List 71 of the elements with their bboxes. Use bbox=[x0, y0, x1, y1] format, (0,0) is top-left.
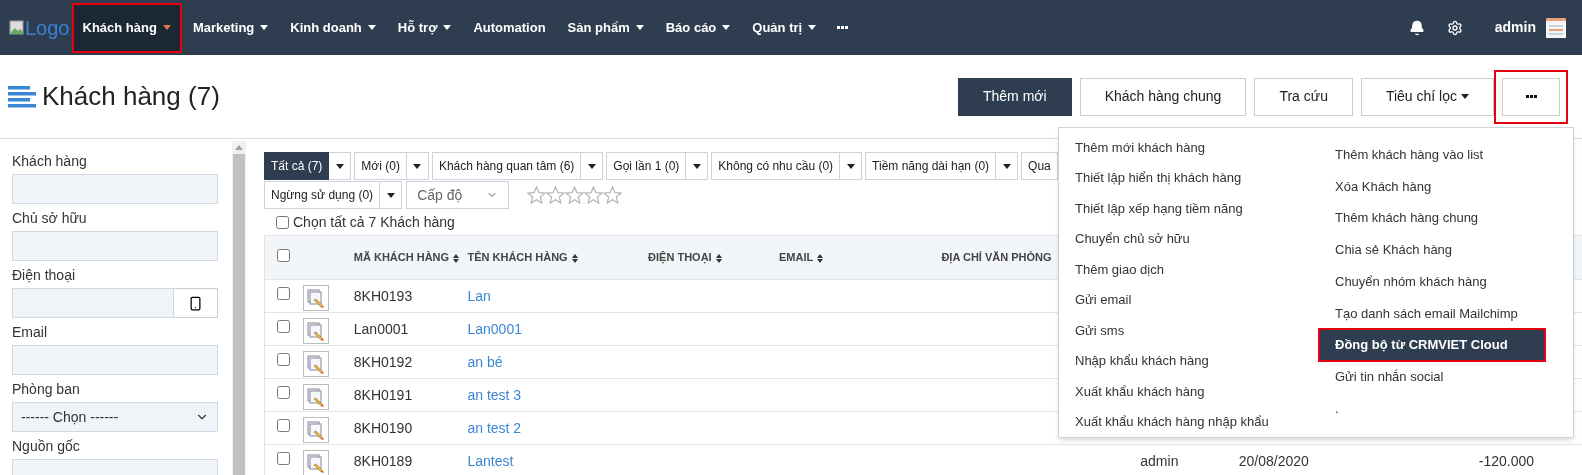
filter-button[interactable]: Qua bbox=[1021, 152, 1058, 180]
customer-code: 8KH0191 bbox=[353, 386, 413, 403]
menu-item[interactable]: Nhập khẩu khách hàng bbox=[1059, 345, 1319, 376]
menu-item[interactable]: Thêm mới khách hàng bbox=[1059, 132, 1319, 163]
column-header[interactable]: ĐIỆN THOẠI bbox=[648, 251, 712, 264]
menu-item[interactable]: Đồng bộ từ CRMVIET Cloud bbox=[1319, 329, 1545, 361]
nav-menu-item[interactable]: Kinh doanh bbox=[279, 2, 387, 53]
menu-item[interactable]: Xuất khẩu khách hàng bbox=[1059, 376, 1319, 407]
page-title: Khách hàng (7) bbox=[42, 80, 220, 113]
field-label: Nguồn gốc bbox=[12, 437, 81, 456]
customer-name-link[interactable]: an test 3 bbox=[467, 386, 522, 403]
column-header[interactable]: MÃ KHÁCH HÀNG bbox=[353, 251, 450, 264]
menu-item[interactable]: . bbox=[1319, 392, 1573, 425]
menu-item[interactable]: Gửi tin nhắn social bbox=[1319, 360, 1573, 393]
customer-name-link[interactable]: an test 2 bbox=[467, 419, 522, 436]
field-label: Email bbox=[12, 323, 48, 342]
filter-button[interactable]: Ngừng sử dụng (0) bbox=[264, 181, 381, 209]
menu-item[interactable]: Xóa Khách hàng bbox=[1319, 170, 1573, 203]
select-value: ------ Chọn ------ bbox=[21, 407, 119, 427]
menu-item[interactable]: Gửi sms bbox=[1059, 315, 1319, 346]
nav-menu-item[interactable]: Automation bbox=[462, 2, 557, 53]
add-new-button[interactable]: Thêm mới bbox=[958, 77, 1072, 116]
nav-menu-item[interactable]: Sản phẩm bbox=[556, 2, 655, 53]
column-header[interactable]: ĐỊA CHỈ VĂN PHÒNG bbox=[941, 251, 1052, 264]
menu-item[interactable]: Thêm giao dịch bbox=[1059, 254, 1319, 285]
column-header[interactable]: EMAIL bbox=[779, 251, 814, 264]
customer-name-link[interactable]: an bé bbox=[467, 353, 503, 370]
user-name[interactable]: admin bbox=[1494, 17, 1536, 38]
filter-button[interactable]: Tất cả (7) bbox=[264, 152, 330, 180]
filter-criteria-button[interactable]: Tiêu chí lọc bbox=[1360, 77, 1494, 116]
menu-item[interactable]: Thêm khách hàng chung bbox=[1319, 202, 1573, 235]
select-field[interactable]: ------ Chọn ------ bbox=[12, 402, 218, 432]
menu-item[interactable]: Chuyển nhóm khách hàng bbox=[1319, 265, 1573, 298]
field-label: Khách hàng bbox=[12, 152, 88, 171]
customer-name-link[interactable]: Lan bbox=[467, 287, 491, 304]
customer-code: 8KH0192 bbox=[353, 353, 413, 370]
owner-cell: admin bbox=[1140, 452, 1179, 469]
customer-name-link[interactable]: Lantest bbox=[467, 452, 514, 469]
menu-item[interactable]: Chuyển chủ sở hữu bbox=[1059, 223, 1319, 254]
filter-button[interactable]: Gọi lần 1 (0) bbox=[606, 152, 687, 180]
menu-item[interactable]: Thiết lập xếp hạng tiềm năng bbox=[1059, 193, 1319, 224]
nav-menu-item[interactable]: Khách hàng bbox=[71, 2, 182, 53]
menu-item[interactable]: Tạo danh sách email Mailchimp bbox=[1319, 297, 1573, 330]
customer-code: 8KH0189 bbox=[353, 452, 413, 469]
menu-item[interactable]: Thêm khách hàng vào list bbox=[1319, 139, 1573, 171]
customer-code: Lan0001 bbox=[353, 320, 409, 337]
select-all-label[interactable]: Chọn tất cả 7 Khách hàng bbox=[293, 211, 455, 233]
menu-item[interactable]: Thiết lập hiển thị khách hàng bbox=[1059, 162, 1319, 193]
field-label: Chủ sở hữu bbox=[12, 209, 88, 228]
menu-item[interactable]: Chia sẻ Khách hàng bbox=[1319, 234, 1573, 266]
nav-menu-item[interactable]: Hỗ trợ bbox=[386, 2, 463, 53]
menu-item[interactable]: Gửi email bbox=[1059, 284, 1319, 315]
action-button[interactable]: Tra cứu bbox=[1254, 77, 1353, 116]
date-cell: 20/08/2020 bbox=[1238, 452, 1309, 469]
filter-button[interactable]: Tiềm năng dài hạn (0) bbox=[865, 152, 997, 180]
menu-item[interactable]: Xuất khẩu khách hàng nhập khẩu bbox=[1059, 406, 1319, 437]
filter-button[interactable]: Khách hàng quan tâm (6) bbox=[431, 152, 582, 180]
customer-code: 8KH0193 bbox=[353, 287, 413, 304]
filter-button[interactable]: Mới (0) bbox=[354, 152, 407, 180]
column-header[interactable]: TÊN KHÁCH HÀNG bbox=[467, 251, 568, 264]
nav-menu-item[interactable]: Báo cáo bbox=[654, 2, 742, 53]
level-select[interactable]: Cấp độ bbox=[406, 181, 510, 209]
nav-menu-item[interactable]: Marketing bbox=[181, 2, 280, 53]
customer-name-link[interactable]: Lan0001 bbox=[467, 320, 522, 337]
amount-cell: -120.000 bbox=[1478, 452, 1534, 469]
field-label: Phòng ban bbox=[12, 380, 81, 399]
filter-button[interactable]: Không có nhu cầu (0) bbox=[711, 152, 841, 180]
action-button[interactable]: Khách hàng chung bbox=[1079, 77, 1247, 116]
nav-menu-item[interactable]: Quản trị bbox=[741, 2, 828, 53]
field-label: Điện thoại bbox=[12, 266, 77, 285]
customer-code: 8KH0190 bbox=[353, 419, 413, 436]
